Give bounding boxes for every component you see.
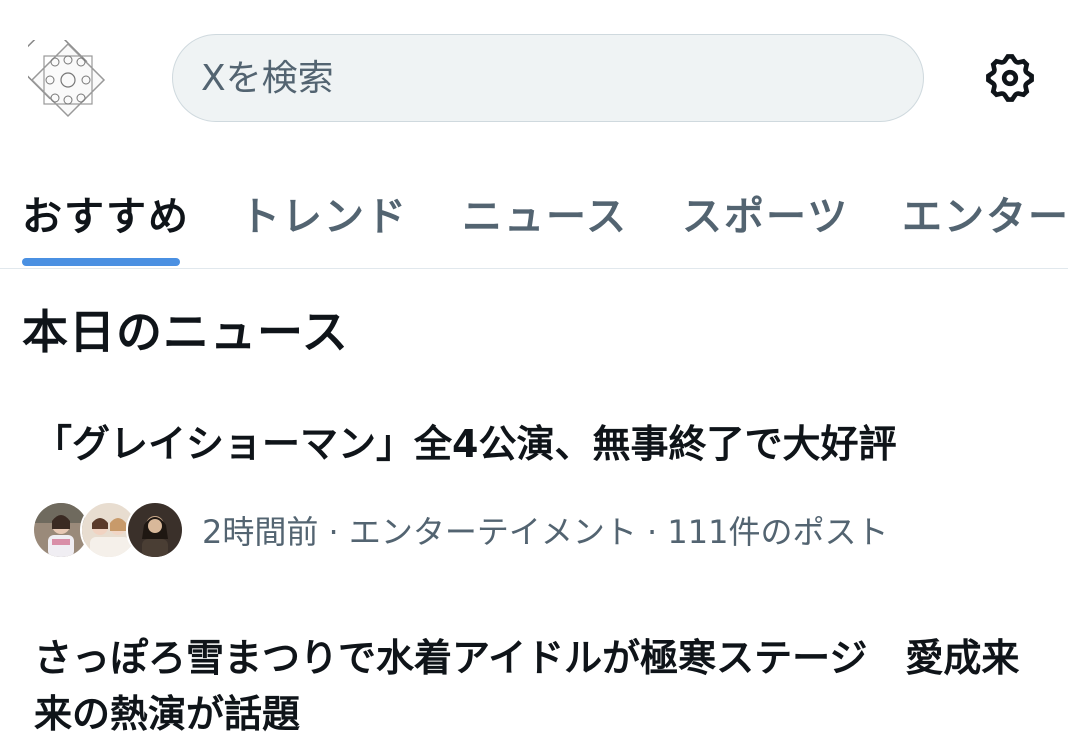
avatar <box>126 501 184 559</box>
explore-tabs: おすすめ トレンド ニュース スポーツ エンターテイメント <box>0 160 1068 269</box>
news-item-title[interactable]: 「グレイショーマン」全4公演、無事終了で大好評 <box>34 416 1044 472</box>
news-item-meta-text: 2時間前 · エンターテイメント · 111件のポスト <box>202 513 889 551</box>
tab-news[interactable]: ニュース <box>462 184 628 242</box>
tab-entertainment[interactable]: エンターテイメント <box>902 184 1068 242</box>
tab-recommended[interactable]: おすすめ <box>22 184 190 242</box>
tab-sports[interactable]: スポーツ <box>682 184 849 242</box>
gear-icon[interactable] <box>982 50 1038 106</box>
active-tab-indicator <box>22 258 180 266</box>
profile-logo-icon[interactable] <box>28 40 108 120</box>
tab-trending[interactable]: トレンド <box>240 184 408 242</box>
news-item-title[interactable]: さっぽろ雪まつりで水着アイドルが極寒ステージ 愛成来来の熱演が話題 <box>34 630 1044 742</box>
post-avatars <box>32 501 184 559</box>
section-title: 本日のニュース <box>22 305 349 359</box>
search-bar[interactable] <box>172 34 924 122</box>
search-input[interactable] <box>173 48 881 108</box>
header <box>0 0 1068 150</box>
explore-page: おすすめ トレンド ニュース スポーツ エンターテイメント 本日のニュース 「グ… <box>0 0 1068 754</box>
news-item-meta[interactable]: 2時間前 · エンターテイメント · 111件のポスト <box>32 500 888 560</box>
